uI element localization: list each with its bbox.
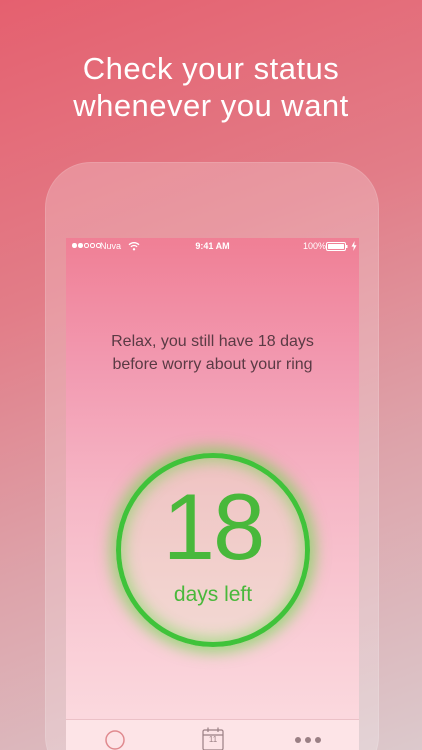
battery-icon <box>326 242 348 251</box>
calendar-day-number: 11 <box>208 735 218 744</box>
tab-status[interactable] <box>104 726 126 750</box>
headline-line-2: whenever you want <box>73 88 349 123</box>
circle-icon <box>105 730 125 750</box>
tab-calendar[interactable]: 11 <box>201 726 225 750</box>
charging-icon <box>351 241 357 251</box>
tab-more[interactable] <box>291 726 325 750</box>
battery-percentage: 100% <box>303 241 327 251</box>
tab-bar: 11 <box>66 719 359 750</box>
headline-line-1: Check your status <box>82 51 340 86</box>
headline: Check your status whenever you want <box>0 50 422 124</box>
phone-screen: Nuva 9:41 AM 100% Relax, you still have … <box>66 238 359 750</box>
status-bar: Nuva 9:41 AM 100% <box>66 238 359 256</box>
days-left-count: 18 <box>162 474 266 579</box>
status-message-line-1: Relax, you still have 18 days <box>111 333 314 350</box>
days-left-label: days left <box>173 583 253 606</box>
status-message: Relax, you still have 18 days before wor… <box>66 330 359 376</box>
status-message-line-2: before worry about your ring <box>112 356 313 373</box>
more-icon <box>295 737 321 743</box>
